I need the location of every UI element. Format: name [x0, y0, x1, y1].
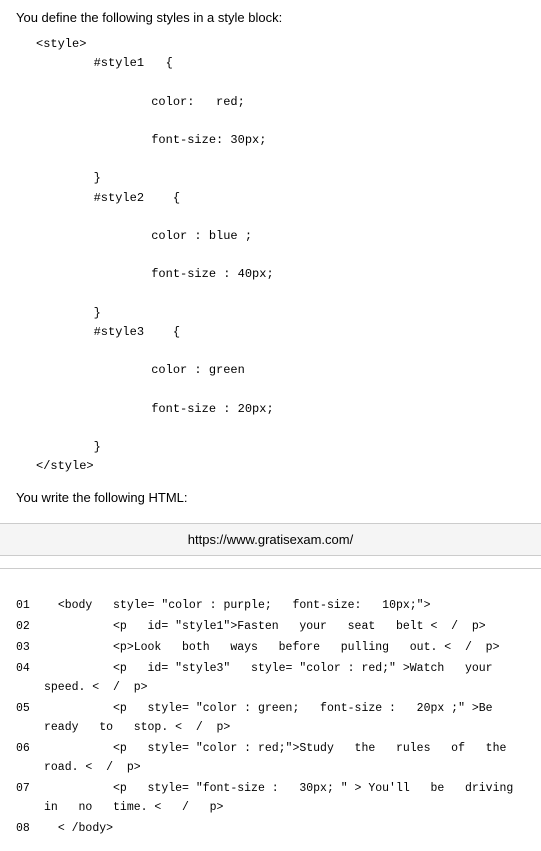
line-number: 07 [16, 780, 44, 818]
line-content: <body style= "color : purple; font-size:… [44, 597, 430, 616]
line-number: 04 [16, 660, 44, 698]
line-number: 08 [16, 820, 44, 839]
table-row: 03 <p>Look both ways before pulling out.… [16, 639, 525, 658]
intro-text: You define the following styles in a sty… [16, 10, 525, 25]
style-code: <style> #style1 { color: red; font-size:… [36, 37, 274, 473]
line-number: 06 [16, 740, 44, 778]
line-content: <p>Look both ways before pulling out. < … [44, 639, 499, 658]
table-row: 02 <p id= "style1">Fasten your seat belt… [16, 618, 525, 637]
line-number: 03 [16, 639, 44, 658]
line-number: 01 [16, 597, 44, 616]
line-content: <p style= "color : green; font-size : 20… [44, 700, 525, 738]
line-content: <p id= "style1">Fasten your seat belt < … [44, 618, 486, 637]
table-row: 04 <p id= "style3" style= "color : red;"… [16, 660, 525, 698]
table-row: 05 <p style= "color : green; font-size :… [16, 700, 525, 738]
table-row: 08 < /body> [16, 820, 525, 839]
url-text: https://www.gratisexam.com/ [188, 532, 353, 547]
style-code-block: <style> #style1 { color: red; font-size:… [16, 35, 525, 476]
line-content: <p id= "style3" style= "color : red;" >W… [44, 660, 525, 698]
table-row: 01 <body style= "color : purple; font-si… [16, 597, 525, 616]
html-label: You write the following HTML: [16, 490, 525, 505]
line-content: < /body> [44, 820, 113, 839]
line-content: <p style= "font-size : 30px; " > You'll … [44, 780, 525, 818]
table-row: 07 <p style= "font-size : 30px; " > You'… [16, 780, 525, 818]
url-bar: https://www.gratisexam.com/ [0, 523, 541, 556]
line-number: 05 [16, 700, 44, 738]
line-number: 02 [16, 618, 44, 637]
table-row: 06 <p style= "color : red;">Study the ru… [16, 740, 525, 778]
line-content: <p style= "color : red;">Study the rules… [44, 740, 525, 778]
main-content: You define the following styles in a sty… [0, 0, 541, 523]
bottom-section: 01 <body style= "color : purple; font-si… [0, 581, 541, 851]
